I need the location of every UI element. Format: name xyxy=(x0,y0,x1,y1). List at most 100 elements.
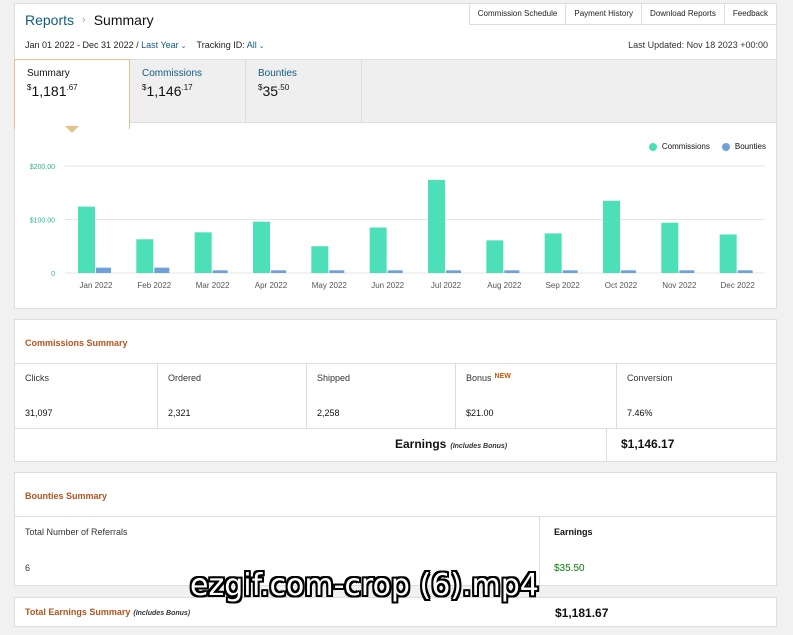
tab-commissions[interactable]: Commissions $1,146.17 xyxy=(130,60,246,123)
bar-commissions[interactable] xyxy=(194,232,212,273)
bar-bounties[interactable] xyxy=(679,270,695,273)
bar-commissions[interactable] xyxy=(544,233,562,273)
stat-value: $21.00 xyxy=(466,408,494,418)
date-range-text: Jan 01 2022 - Dec 31 2022 / xyxy=(25,40,139,50)
bar-commissions[interactable] xyxy=(78,206,95,273)
earnings-bar-chart: 0 $100.00 $200.00 Jan 2022 Feb 2022 Mar 2022 A… xyxy=(30,164,765,290)
y-tick-label: $100.00 xyxy=(30,218,55,225)
commissions-swatch xyxy=(648,142,657,151)
bar-bounties[interactable] xyxy=(446,270,461,273)
stat-label: Conversion xyxy=(627,373,673,383)
bar-commissions[interactable] xyxy=(311,246,329,273)
x-tick-label: Apr 2022 xyxy=(255,281,288,290)
bar-bounties[interactable] xyxy=(737,270,753,273)
x-tick-label: Sep 2022 xyxy=(546,281,581,290)
total-earnings-value: $1,181.67 xyxy=(555,606,609,620)
tracking-id-filter[interactable]: Tracking ID: All ⌄ xyxy=(197,40,265,50)
breadcrumb-reports-link[interactable]: Reports xyxy=(25,12,74,28)
x-tick-label: Oct 2022 xyxy=(605,281,638,290)
page-title: Summary xyxy=(93,12,154,28)
earnings-label: Earnings (Includes Bonus) xyxy=(395,437,508,451)
stat-shipped: Shipped 2,258 xyxy=(307,364,456,428)
stat-conversion: Conversion 7.46% xyxy=(617,364,776,428)
bar-bounties[interactable] xyxy=(504,270,520,273)
x-tick-label: Jun 2022 xyxy=(371,281,404,290)
bar-commissions[interactable] xyxy=(603,200,620,273)
tab-bounties-amount: $35.50 xyxy=(258,83,290,99)
tab-commissions-amount: $1,146.17 xyxy=(142,83,193,99)
x-tick-label: Aug 2022 xyxy=(487,281,522,290)
x-tick-label: Jul 2022 xyxy=(431,281,462,290)
filter-row: Jan 01 2022 - Dec 31 2022 / Last Year ⌄ T… xyxy=(25,40,265,50)
bar-commissions[interactable] xyxy=(253,221,270,273)
active-tab-pointer xyxy=(65,126,79,133)
chevron-down-icon: ⌄ xyxy=(258,43,265,50)
stat-value: 31,097 xyxy=(25,408,53,418)
bounties-summary-title: Bounties Summary xyxy=(15,473,776,517)
summary-tabs: Summary $1,181.67 Commissions $1,146.17 … xyxy=(14,59,776,129)
date-preset-dropdown[interactable]: Last Year xyxy=(141,40,179,50)
bar-bounties[interactable] xyxy=(562,270,578,273)
legend-bounties[interactable]: Bounties xyxy=(721,142,766,151)
commissions-summary-title: Commissions Summary xyxy=(15,320,776,364)
bar-commissions[interactable] xyxy=(136,239,154,273)
bar-commissions[interactable] xyxy=(661,222,679,273)
bar-commissions[interactable] xyxy=(369,227,387,273)
download-reports-button[interactable]: Download Reports xyxy=(642,3,725,25)
bounties-earnings-cell: Earnings $35.50 xyxy=(540,517,776,587)
bar-commissions[interactable] xyxy=(486,240,504,273)
breadcrumb: Reports › Summary xyxy=(25,12,154,28)
bar-commissions[interactable] xyxy=(719,234,737,273)
stat-label: Shipped xyxy=(317,373,351,383)
commissions-stats: Clicks 31,097 Ordered 2,321 Shipped 2,258 B… xyxy=(15,364,776,429)
stat-bonus: Bonus NEW $21.00 xyxy=(456,364,617,428)
feedback-button[interactable]: Feedback xyxy=(724,3,777,25)
tab-summary-amount: $1,181.67 xyxy=(27,83,78,99)
tracking-id-label: Tracking ID: xyxy=(196,40,245,50)
bar-bounties[interactable] xyxy=(621,270,636,273)
total-note: (Includes Bonus) xyxy=(133,610,191,617)
commissions-earnings-row: Earnings (Includes Bonus) $1,146.17 xyxy=(15,429,776,461)
bar-commissions[interactable] xyxy=(428,179,445,273)
bar-bounties[interactable] xyxy=(96,267,111,273)
y-tick-label: 0 xyxy=(51,271,55,278)
commissions-summary-panel: Commissions Summary Clicks 31,097 Ordered… xyxy=(14,319,777,462)
tracking-id-dropdown[interactable]: All xyxy=(247,40,257,50)
x-tick-label: May 2022 xyxy=(312,281,348,290)
stat-label: Bonus xyxy=(466,373,492,383)
total-earnings-label: Total Earnings Summary (Includes Bonus) xyxy=(25,607,191,617)
bounties-earnings-label: Earnings xyxy=(554,527,593,537)
divider xyxy=(606,429,607,461)
tab-bounties[interactable]: Bounties $35.50 xyxy=(246,60,362,123)
x-tick-label: Jan 2022 xyxy=(80,281,113,290)
report-summary-panel: Reports › Summary Commission Schedule Pa… xyxy=(14,3,777,309)
bounties-earnings-value: $35.50 xyxy=(554,563,585,574)
tab-bounties-label: Bounties xyxy=(258,68,297,79)
x-tick-label: Feb 2022 xyxy=(137,281,171,290)
bar-bounties[interactable] xyxy=(271,270,286,273)
y-tick-label: $200.00 xyxy=(30,164,55,171)
stat-ordered: Ordered 2,321 xyxy=(158,364,307,428)
stat-label: Ordered xyxy=(168,373,202,383)
stat-value: 2,258 xyxy=(317,408,340,418)
bar-bounties[interactable] xyxy=(154,267,170,273)
bar-bounties[interactable] xyxy=(212,270,228,273)
payment-history-button[interactable]: Payment History xyxy=(566,3,643,25)
commission-schedule-button[interactable]: Commission Schedule xyxy=(468,3,567,25)
tab-summary[interactable]: Summary $1,181.67 xyxy=(14,59,130,129)
x-tick-label: Nov 2022 xyxy=(662,281,697,290)
last-updated-text: Last Updated: Nov 18 2023 +00:00 xyxy=(628,40,768,50)
tab-summary-label: Summary xyxy=(27,68,70,79)
breadcrumb-separator: › xyxy=(82,14,86,26)
x-tick-label: Mar 2022 xyxy=(196,281,230,290)
bar-bounties[interactable] xyxy=(387,270,403,273)
stat-label: Clicks xyxy=(25,373,49,383)
bounties-swatch xyxy=(721,142,730,151)
bar-bounties[interactable] xyxy=(329,270,345,273)
referrals-value: 6 xyxy=(25,563,31,573)
stat-clicks: Clicks 31,097 xyxy=(15,364,158,428)
date-range-filter[interactable]: Jan 01 2022 - Dec 31 2022 / Last Year ⌄ xyxy=(25,40,187,50)
referrals-label: Total Number of Referrals xyxy=(25,527,128,537)
chart-legend: Commissions Bounties xyxy=(648,142,766,151)
legend-commissions[interactable]: Commissions xyxy=(648,142,710,151)
